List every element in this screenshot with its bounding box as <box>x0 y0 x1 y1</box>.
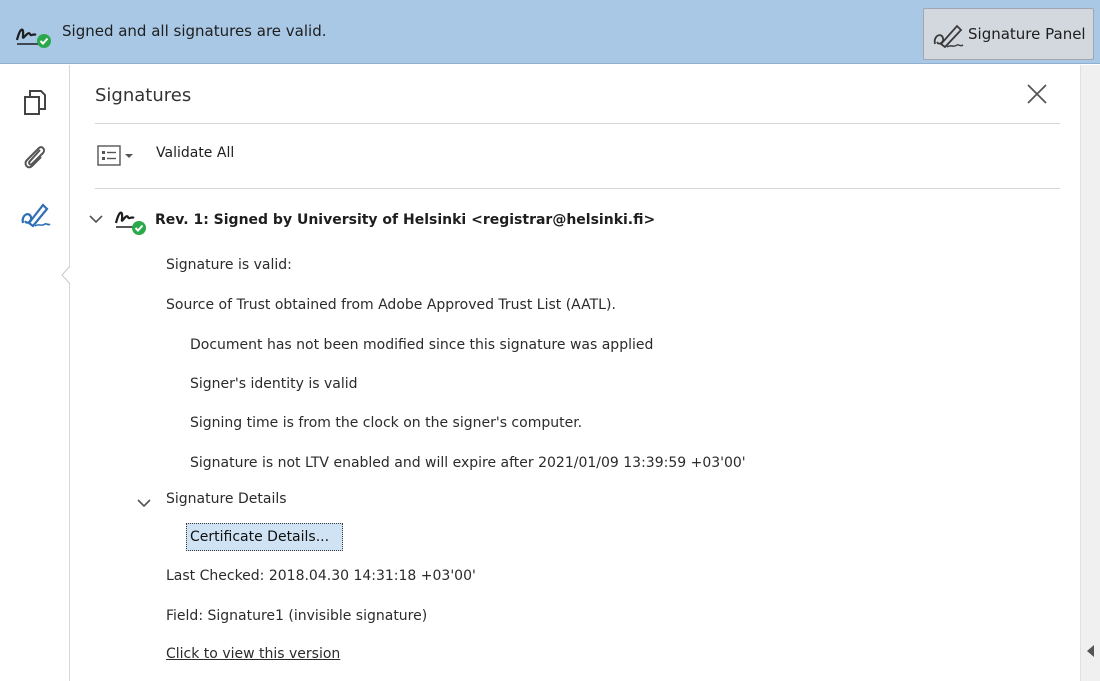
signing-time-line: Signing time is from the clock on the si… <box>190 415 583 431</box>
ltv-expiry-line: Signature is not LTV enabled and will ex… <box>190 455 746 471</box>
revision-title[interactable]: Rev. 1: Signed by University of Helsinki… <box>155 212 655 228</box>
source-of-trust-line: Source of Trust obtained from Adobe Appr… <box>166 297 616 313</box>
close-icon[interactable] <box>1022 79 1052 109</box>
signature-valid-icon <box>15 28 51 48</box>
validate-all-button[interactable]: Validate All <box>156 145 234 161</box>
attachments-paperclip-icon[interactable] <box>19 141 51 173</box>
divider <box>95 188 1060 189</box>
signature-validity-line: Signature is valid: <box>166 257 292 273</box>
signature-status-bar: Signed and all signatures are valid. Sig… <box>0 0 1100 64</box>
certificate-details-label: Certificate Details... <box>190 529 330 545</box>
signature-field-line: Field: Signature1 (invisible signature) <box>166 608 428 624</box>
signature-status-text: Signed and all signatures are valid. <box>62 22 327 40</box>
chevron-down-icon[interactable] <box>136 497 152 509</box>
signer-identity-line: Signer's identity is valid <box>190 376 358 392</box>
certificate-details-button[interactable]: Certificate Details... <box>186 523 343 551</box>
vertical-scrollbar[interactable] <box>1080 65 1100 681</box>
document-unmodified-line: Document has not been modified since thi… <box>190 337 654 353</box>
signature-details-toggle[interactable]: Signature Details <box>166 491 287 507</box>
signature-options-menu-icon[interactable] <box>96 143 146 169</box>
scroll-left-arrow-icon[interactable] <box>1087 645 1094 657</box>
divider <box>95 123 1060 124</box>
signature-panel-button[interactable]: Signature Panel <box>923 8 1094 60</box>
chevron-down-icon[interactable] <box>88 213 104 225</box>
panel-title: Signatures <box>95 85 192 106</box>
signatures-panel: Signatures Validate All Rev. 1: Signed b… <box>70 65 1080 681</box>
signatures-nav-icon[interactable] <box>19 199 51 231</box>
page-thumbnails-icon[interactable] <box>19 87 51 119</box>
left-navigation <box>0 65 71 681</box>
last-checked-line: Last Checked: 2018.04.30 14:31:18 +03'00… <box>166 568 476 584</box>
view-version-link[interactable]: Click to view this version <box>166 646 340 662</box>
signature-panel-button-label: Signature Panel <box>968 25 1086 43</box>
signature-pen-icon <box>933 24 964 49</box>
signature-valid-icon <box>114 211 146 235</box>
